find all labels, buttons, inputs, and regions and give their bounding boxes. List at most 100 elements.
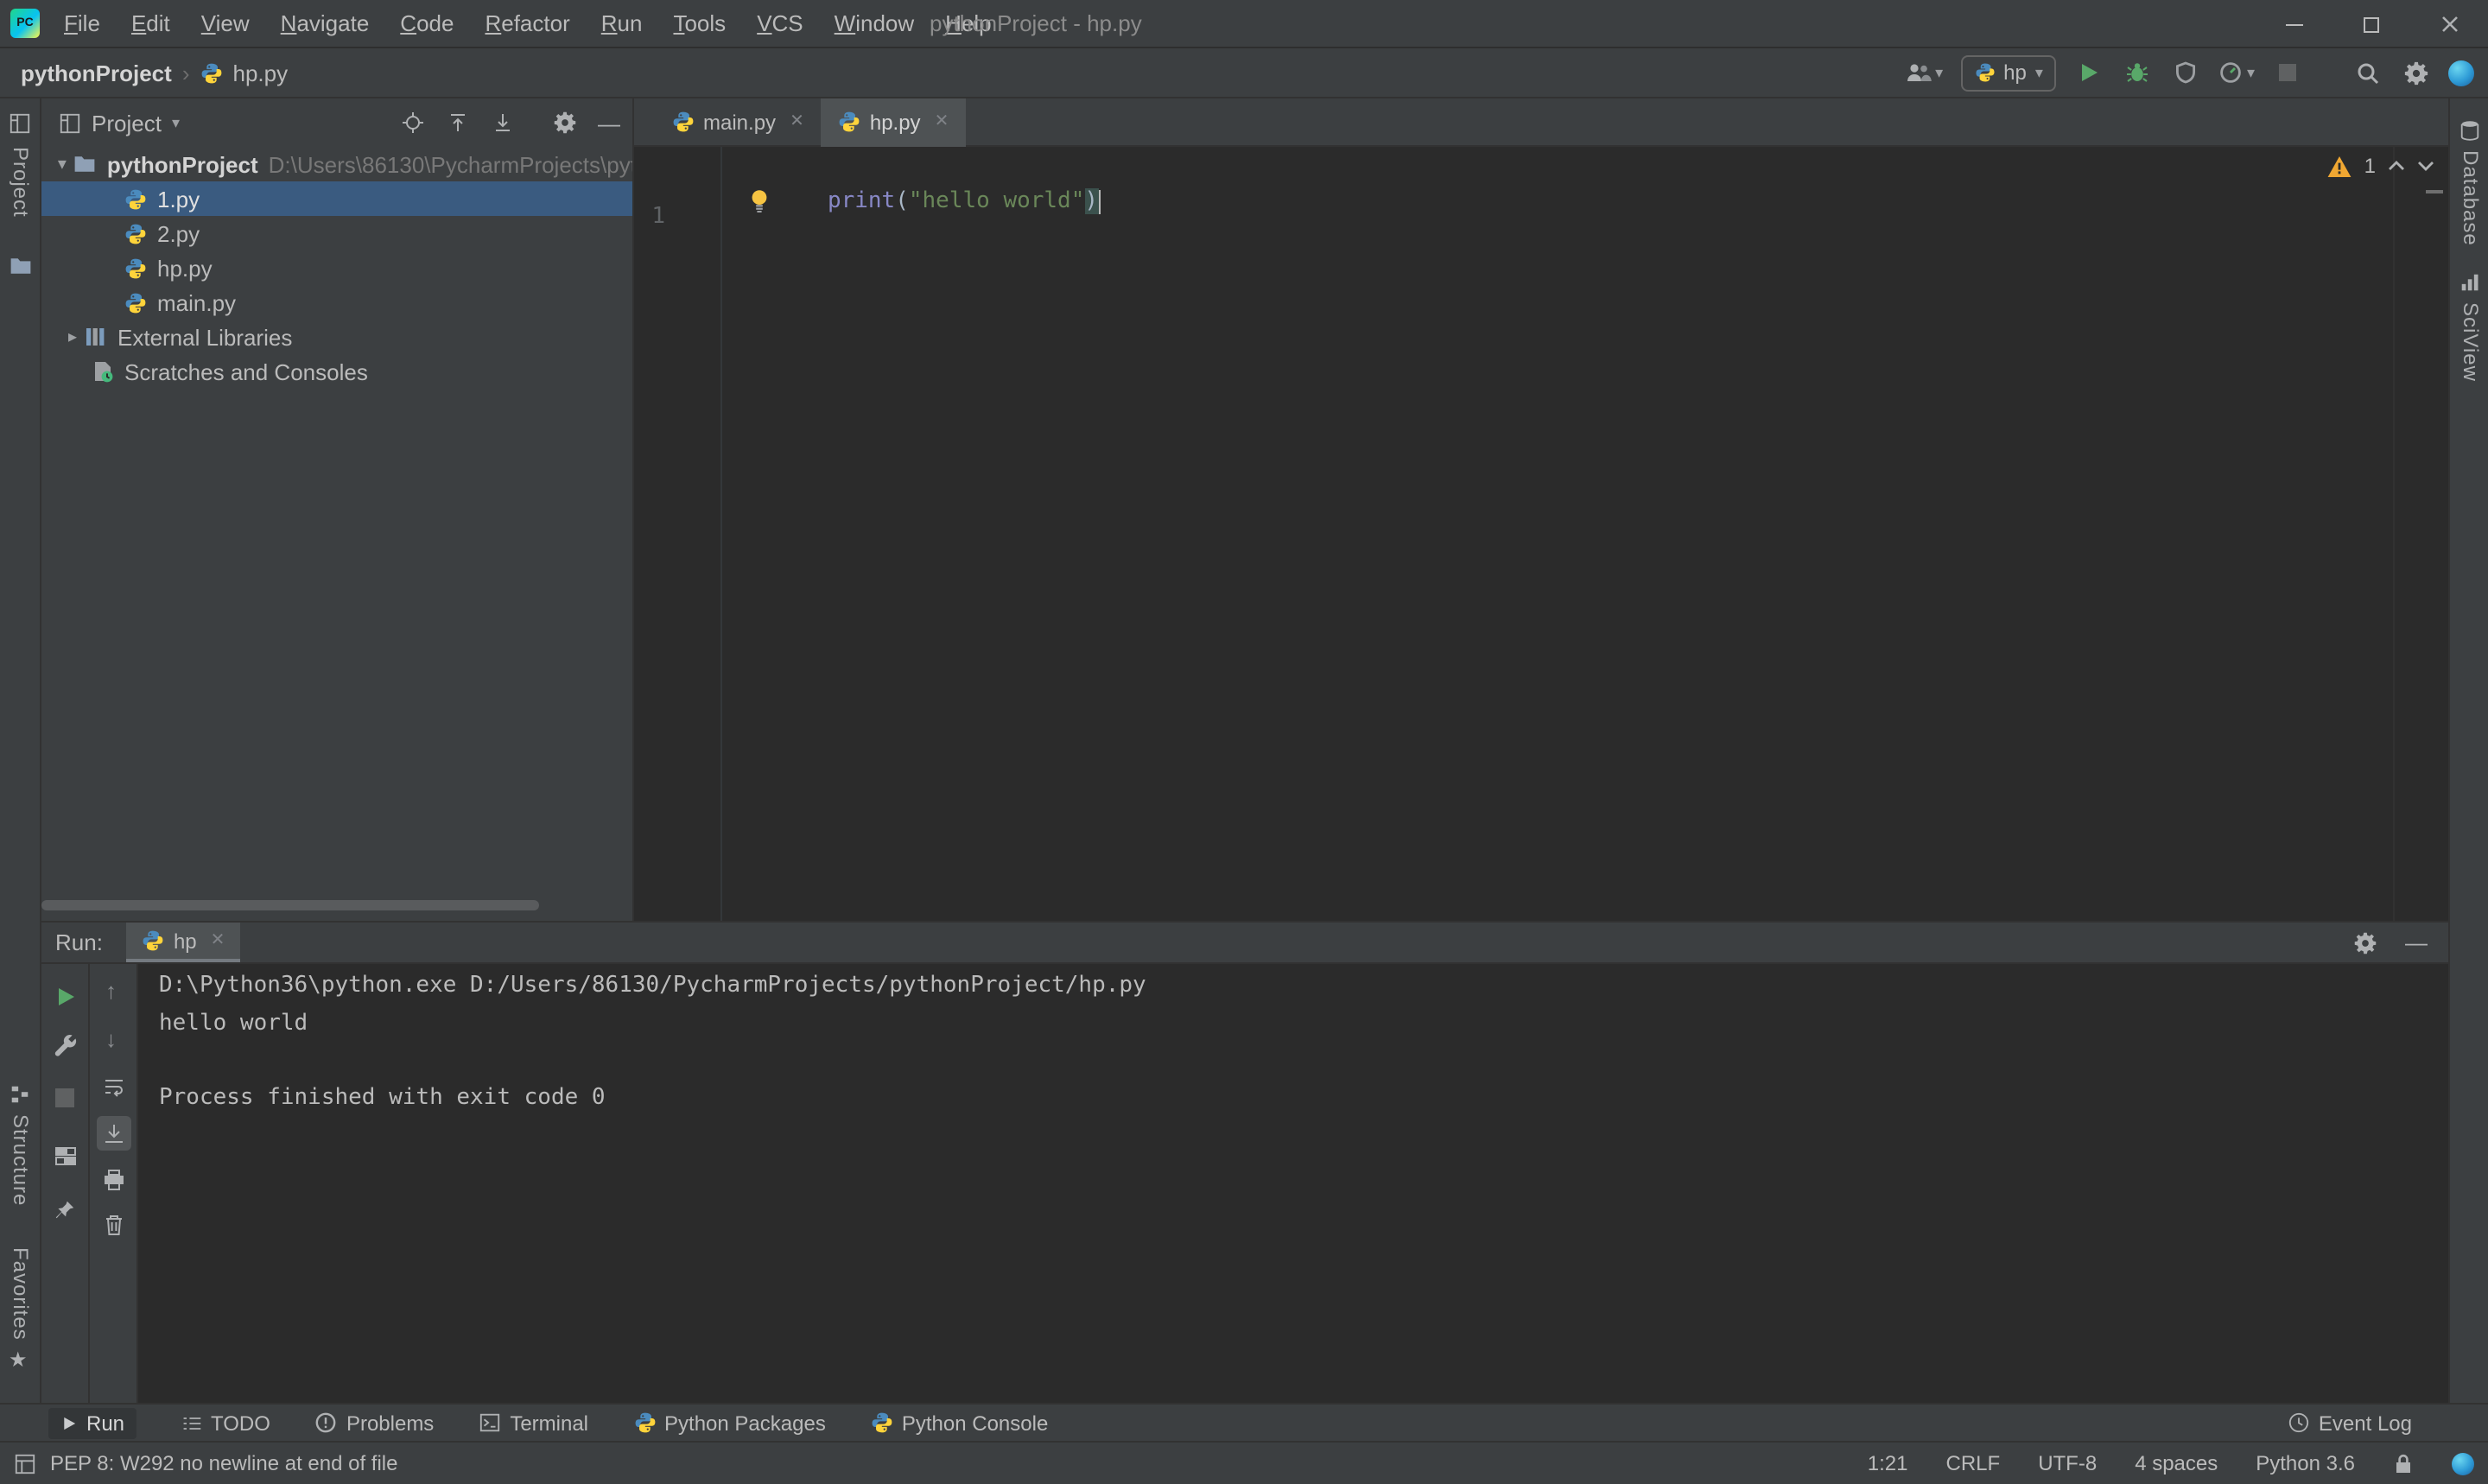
indent-setting[interactable]: 4 spaces [2135,1451,2218,1475]
close-tab-icon[interactable]: ✕ [211,931,225,950]
print-icon[interactable] [102,1168,126,1192]
toolwindow-button-python-console[interactable]: Python Console [871,1411,1048,1435]
menu-item[interactable]: File [48,0,116,47]
panel-options-gear-icon[interactable] [553,111,577,135]
toolwindow-button-problems[interactable]: Problems [315,1411,434,1435]
status-message[interactable]: PEP 8: W292 no newline at end of file [50,1451,398,1475]
clear-all-icon[interactable] [102,1213,126,1237]
previous-problem-icon[interactable] [2388,161,2405,171]
tree-root-row[interactable]: ▾ pythonProject D:\Users\86130\PycharmPr… [41,147,632,181]
locate-file-icon[interactable] [401,111,425,135]
code-with-me-icon[interactable] [2448,60,2474,86]
tree-file-row[interactable]: hp.py [41,251,632,285]
project-panel-title[interactable]: Project ▾ [59,110,180,136]
profiler-button[interactable]: ▾ [2219,60,2255,85]
tree-file-label: hp.py [157,255,213,281]
close-tab-icon[interactable]: ✕ [790,112,804,131]
toolwindow-button-python-packages[interactable]: Python Packages [633,1411,826,1435]
run-button[interactable] [2074,52,2105,93]
python-interpreter[interactable]: Python 3.6 [2256,1451,2355,1475]
debug-button[interactable] [2123,52,2154,93]
pin-tab-icon[interactable] [54,1199,76,1221]
minimize-button[interactable] [2255,0,2332,48]
breadcrumb-file[interactable]: hp.py [233,60,289,86]
readonly-lock-icon[interactable] [2393,1452,2414,1474]
restore-layout-icon[interactable] [54,1144,78,1168]
next-problem-icon[interactable] [2417,161,2434,171]
tree-file-row-selected[interactable]: 1.py [41,181,632,216]
menu-item[interactable]: Edit [116,0,186,47]
sciview-icon[interactable] [2459,271,2481,294]
structure-icon[interactable] [9,1083,31,1106]
editor-tab-main[interactable]: main.py ✕ [655,98,822,146]
maximize-button[interactable] [2332,0,2410,48]
tree-external-libraries-row[interactable]: ▸ External Libraries [41,320,632,354]
run-console[interactable]: D:\Python36\python.exe D:/Users/86130/Py… [159,967,2431,1116]
database-icon[interactable] [2459,119,2481,142]
soft-wrap-icon[interactable] [102,1075,126,1099]
run-tab-hp[interactable]: hp ✕ [126,923,241,962]
menu-item[interactable]: Navigate [265,0,385,47]
toolwindow-button-terminal[interactable]: Terminal [479,1411,588,1435]
ide-indicator-icon[interactable] [2452,1452,2474,1474]
tree-file-row[interactable]: 2.py [41,216,632,251]
tree-file-row[interactable]: main.py [41,285,632,320]
navigation-bar: pythonProject › hp.py ▾ hp ▾ ▾ [0,48,2488,98]
python-icon [143,929,165,952]
stop-button-disabled [2272,52,2303,93]
menu-item[interactable]: Refactor [469,0,585,47]
menu-item[interactable]: View [186,0,265,47]
expand-all-icon[interactable] [491,111,515,135]
horizontal-scrollbar-thumb[interactable] [41,900,539,910]
favorites-stripe-button[interactable]: Favorites [9,1247,33,1341]
toolwindow-label: Run [86,1411,125,1435]
settings-gear-button[interactable] [2400,52,2431,93]
toolwindow-button-todo[interactable]: TODO [181,1411,270,1435]
editor-tab-hp[interactable]: hp.py ✕ [821,98,967,146]
close-window-button[interactable] [2410,0,2488,48]
cursor-position[interactable]: 1:21 [1868,1451,1908,1475]
breadcrumb-project[interactable]: pythonProject [21,60,172,86]
database-stripe-button[interactable]: Database [2459,150,2483,246]
run-toolbar-primary [41,964,90,1405]
close-tab-icon[interactable]: ✕ [935,112,949,131]
sciview-stripe-button[interactable]: SciView [2459,302,2483,382]
tree-scratches-row[interactable]: Scratches and Consoles [41,354,632,389]
users-icon [1904,60,1932,85]
stop-process-icon-disabled [55,1088,74,1107]
inspection-widget[interactable]: 1 [2328,154,2434,178]
window-title: pythonProject - hp.py [930,10,1142,36]
hide-run-panel-icon[interactable]: ― [2405,929,2428,955]
toolwindow-button-run[interactable]: Run [48,1407,137,1438]
favorites-star-icon[interactable]: ★ [9,1348,28,1372]
event-log-button[interactable]: Event Log [2288,1411,2412,1435]
run-settings-gear-icon[interactable] [2353,930,2377,954]
project-stripe-button[interactable]: Project [9,147,33,218]
tree-collapsed-icon[interactable]: ▸ [62,327,83,346]
hide-panel-icon[interactable]: ― [598,110,620,136]
edit-configuration-icon[interactable] [54,1033,78,1057]
file-encoding[interactable]: UTF-8 [2038,1451,2097,1475]
intention-bulb-icon[interactable] [748,188,771,214]
run-with-coverage-button[interactable] [2171,52,2202,93]
menu-item[interactable]: Code [384,0,469,47]
up-stack-trace-icon[interactable]: ↑ [105,978,117,1004]
structure-stripe-button[interactable]: Structure [9,1114,33,1206]
inspection-widget-handle[interactable] [2426,190,2443,193]
search-everywhere-button[interactable] [2352,52,2383,93]
folder-icon[interactable] [9,254,33,278]
scroll-to-end-icon-selected[interactable] [97,1116,131,1151]
down-stack-trace-icon[interactable]: ↓ [105,1026,117,1052]
line-separator[interactable]: CRLF [1946,1451,2001,1475]
run-configuration-select[interactable]: hp ▾ [1960,54,2057,91]
users-dropdown[interactable]: ▾ [1904,60,1943,85]
menu-item[interactable]: Tools [657,0,741,47]
menu-item[interactable]: VCS [741,0,818,47]
collapse-to-source-icon[interactable] [446,111,470,135]
menu-item[interactable]: Run [586,0,658,47]
toolwindow-switcher-icon[interactable] [14,1452,36,1474]
rerun-button[interactable] [54,985,78,1009]
tree-expanded-icon[interactable]: ▾ [52,155,73,174]
project-toolwindow-icon[interactable] [9,112,31,135]
menu-item[interactable]: Window [819,0,930,47]
